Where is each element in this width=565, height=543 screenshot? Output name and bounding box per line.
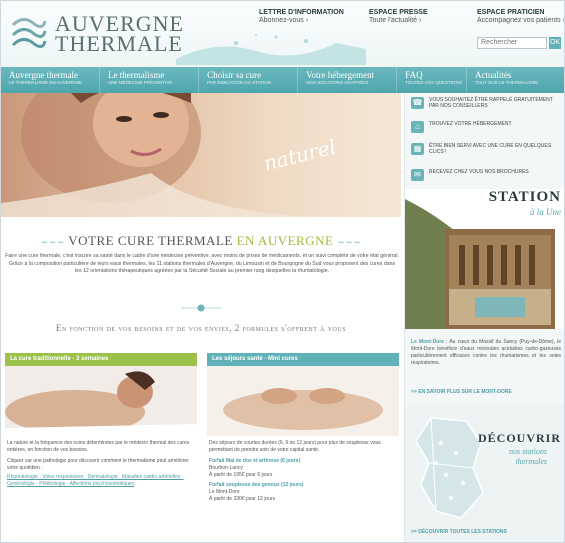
traditional-cure-header[interactable]: La cure traditionnelle - 3 semaines [5, 353, 197, 366]
back-massage-image [207, 366, 399, 436]
intro-text: Faire une cure thermale, c'est inscrire … [5, 253, 399, 274]
site-header: AUVERGNE THERMALE LETTRE D'INFORMATION A… [1, 1, 565, 67]
offer-price: À partir de 330€ pour 12 jours [209, 496, 276, 502]
stations-map-box[interactable]: DÉCOUVRIR nos stations thermales >> Déco… [405, 405, 564, 542]
phone-icon: ☎ [411, 97, 424, 109]
offer-place: Bourbon-Lancy [209, 465, 243, 471]
sidebar: ☎ Vous souhaitez ÊTRE RAPPELÉ gratuiteme… [404, 93, 564, 542]
practitioner-link[interactable]: ESPACE PRATICIEN Accompagnez vos patient… [477, 9, 565, 24]
nav-label: Auvergne thermale [9, 70, 79, 80]
auvergne-map-image [415, 417, 484, 519]
sidebar-brochure-link[interactable]: ✉ Recevez chez vous nos BROCHURES [411, 169, 563, 181]
nav-label: Le thermalisme [108, 70, 165, 80]
health-stay-text: Des séjours de courtes durées (6, 9 ou 1… [209, 440, 381, 453]
health-stay-header[interactable]: Les séjours santé - Mini cures [207, 353, 399, 366]
nav-sublabel: Par indication ou station [207, 80, 272, 85]
press-sub: Toute l'actualité › [369, 17, 422, 24]
discover-all-link[interactable]: >> Découvrir toutes les stations [411, 529, 507, 535]
nav-sublabel: Nos solutions adaptées [306, 80, 369, 85]
wave-ornament-icon: ∼∼∼ [40, 237, 65, 247]
formula-heading: En fonction de vos besoins et de vos env… [55, 323, 347, 333]
press-title: ESPACE PRESSE [369, 9, 428, 16]
site-logo[interactable]: AUVERGNE THERMALE [11, 11, 191, 57]
nav-item-faq[interactable]: FAQ Toutes vos questions [397, 67, 467, 93]
nav-item-auvergne-thermale[interactable]: Auvergne thermale Le thermalisme en Auver… [1, 67, 101, 93]
health-stay-box: Les séjours santé - Mini cures Des séjou… [207, 353, 399, 542]
newsletter-sub: Abonnez-vous › [259, 17, 309, 24]
sidebar-link-text: Être bien SERVI avec une cure en quelque… [429, 143, 552, 155]
pathology-links[interactable]: Rhumatologie · Voies respiratoires · Der… [5, 472, 197, 490]
wave-logo-icon [11, 18, 47, 48]
nav-label: Choisir sa cure [207, 70, 262, 80]
sidebar-accommodation-link[interactable]: ⌂ Trouvez votre HÉBERGEMENT [411, 121, 563, 133]
calendar-icon: ▦ [411, 143, 424, 155]
discover-subtitle-2: thermales [515, 457, 547, 466]
massage-image [5, 366, 197, 436]
brochure-icon: ✉ [411, 169, 424, 181]
newsletter-title: LETTRE D'INFORMATION [259, 9, 344, 16]
station-more-link[interactable]: >> En savoir plus sur le Mont-Dore [411, 389, 512, 395]
sidebar-link-text: Trouvez votre HÉBERGEMENT [429, 121, 512, 127]
hero-woman-face-image [1, 93, 321, 217]
discover-title: DÉCOUVRIR [477, 431, 561, 445]
offer-title[interactable]: Forfait Mal de dos et arthrose (6 jours) [209, 458, 300, 464]
water-splash-decoration [176, 34, 366, 65]
wave-ornament-icon: ∼∼∼ [337, 237, 362, 247]
nav-sublabel: Une médecine préventive [108, 80, 173, 85]
page-title-main: VOTRE CURE THERMALE [68, 233, 233, 248]
sidebar-callback-link[interactable]: ☎ Vous souhaitez ÊTRE RAPPELÉ gratuiteme… [411, 97, 563, 109]
search-button[interactable]: OK [549, 37, 561, 49]
featured-station[interactable]: STATION à la Une [405, 189, 564, 329]
page-title-highlight: EN AUVERGNE [236, 233, 334, 248]
discover-subtitle-1: nos stations [508, 447, 547, 456]
offer-place: Le Mont-Dore [209, 489, 240, 495]
practitioner-sub: Accompagnez vos patients › [477, 17, 565, 24]
offer-item[interactable]: Forfait Mal de dos et arthrose (6 jours)… [207, 458, 399, 479]
sidebar-booking-link[interactable]: ▦ Être bien SERVI avec une cure en quelq… [411, 143, 563, 155]
newsletter-link[interactable]: LETTRE D'INFORMATION Abonnez-vous › [259, 9, 344, 24]
nav-item-thermalisme[interactable]: Le thermalisme Une médecine préventive [100, 67, 200, 93]
nav-sublabel: Le thermalisme en Auvergne [9, 80, 82, 85]
traditional-cure-box: La cure traditionnelle - 3 semaines La n… [5, 353, 197, 542]
station-building-image [405, 199, 555, 329]
traditional-cure-text: La nature et la fréquence des soins déte… [7, 440, 190, 453]
nav-label: FAQ [405, 70, 423, 80]
nav-label: Votre hébergement [306, 70, 375, 80]
nav-label: Actualités [474, 70, 512, 80]
search-input[interactable]: Rechercher [477, 37, 547, 49]
offer-price: À partir de 195€ pour 6 jours [209, 472, 273, 478]
nav-sublabel: Toutes vos questions [405, 80, 462, 85]
traditional-cure-text-2: Cliquez sur une pathologie pour découvri… [7, 458, 189, 471]
main-nav: Auvergne thermale Le thermalisme en Auver… [1, 67, 564, 93]
hero-banner[interactable]: naturel [1, 93, 401, 217]
page-title: ∼∼∼ VOTRE CURE THERMALE EN AUVERGNE ∼∼∼ [1, 233, 401, 249]
station-description: Le Mont-Dore : Au cœur du Massif du Sanc… [411, 339, 561, 367]
offer-title[interactable]: Forfait souplesse des genoux (12 jours) [209, 482, 303, 488]
practitioner-title: ESPACE PRATICIEN [477, 9, 545, 16]
station-name: Le Mont-Dore [411, 339, 444, 345]
nav-sublabel: Tout sur le thermalisme [474, 80, 539, 85]
dots-divider [181, 304, 221, 312]
house-icon: ⌂ [411, 121, 424, 133]
press-link[interactable]: ESPACE PRESSE Toute l'actualité › [369, 9, 428, 24]
brand-line-2: THERMALE [55, 31, 183, 56]
offer-item[interactable]: Forfait souplesse des genoux (12 jours) … [207, 482, 399, 503]
sidebar-link-text: Recevez chez vous nos BROCHURES [429, 169, 529, 175]
nav-item-choisir-cure[interactable]: Choisir sa cure Par indication ou station [199, 67, 299, 93]
sidebar-link-text: Vous souhaitez ÊTRE RAPPELÉ gratuitement… [429, 97, 553, 109]
nav-item-hebergement[interactable]: Votre hébergement Nos solutions adaptées [298, 67, 398, 93]
page: AUVERGNE THERMALE LETTRE D'INFORMATION A… [0, 0, 565, 543]
nav-item-actualites[interactable]: Actualités Tout sur le thermalisme [467, 67, 564, 93]
